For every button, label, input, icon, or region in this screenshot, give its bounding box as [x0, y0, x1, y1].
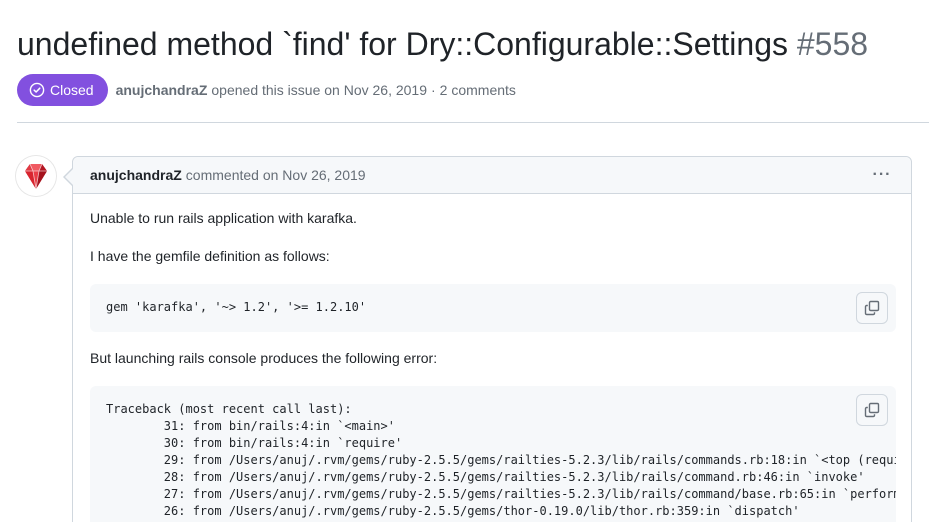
issue-page: undefined method `find' for Dry::Configu…	[0, 0, 929, 522]
avatar[interactable]	[16, 156, 56, 196]
issue-title-row: undefined method `find' for Dry::Configu…	[17, 24, 868, 64]
code-line: 30: from bin/rails:4:in `require'	[106, 436, 403, 450]
comment-count: 2 comments	[439, 82, 516, 98]
comment-pointer-fill	[65, 169, 73, 185]
copy-icon	[864, 300, 880, 316]
comment-paragraph: Unable to run rails application with kar…	[90, 210, 357, 226]
status-badge: Closed	[17, 74, 108, 106]
code-line: Traceback (most recent call last):	[106, 402, 352, 416]
code-line: 28: from /Users/anuj/.rvm/gems/ruby-2.5.…	[106, 470, 865, 484]
header-divider	[17, 122, 929, 123]
code-line: 26: from /Users/anuj/.rvm/gems/ruby-2.5.…	[106, 504, 800, 518]
issue-meta: Closed anujchandraZ opened this issue on…	[17, 74, 516, 106]
comment-paragraph: I have the gemfile definition as follows…	[90, 248, 330, 264]
issue-author-link[interactable]: anujchandraZ	[116, 82, 208, 98]
comment-paragraph: But launching rails console produces the…	[90, 350, 438, 366]
meta-separator: ·	[431, 82, 436, 98]
status-badge-label: Closed	[50, 82, 94, 98]
traceback-code-text: Traceback (most recent call last): 31: f…	[106, 401, 896, 520]
closed-check-circle-icon	[29, 82, 45, 98]
code-block-gemfile: gem 'karafka', '~> 1.2', '>= 1.2.10'	[90, 284, 896, 332]
copy-button[interactable]	[856, 394, 888, 426]
issue-title: undefined method `find' for Dry::Configu…	[17, 26, 788, 62]
copy-button[interactable]	[856, 292, 888, 324]
code-text: gem 'karafka', '~> 1.2', '>= 1.2.10'	[106, 300, 367, 314]
ruby-gem-icon	[16, 156, 56, 196]
copy-icon	[864, 402, 880, 418]
code-line: 27: from /Users/anuj/.rvm/gems/ruby-2.5.…	[106, 487, 896, 501]
code-block-traceback: Traceback (most recent call last): 31: f…	[90, 386, 896, 522]
comment-header: anujchandraZ commented on Nov 26, 2019 ·…	[73, 157, 911, 194]
code-line: 31: from bin/rails:4:in `<main>'	[106, 419, 395, 433]
code-line: 29: from /Users/anuj/.rvm/gems/ruby-2.5.…	[106, 453, 896, 467]
comment-box: anujchandraZ commented on Nov 26, 2019 ·…	[72, 156, 912, 522]
issue-opened-text: opened this issue on Nov 26, 2019	[211, 82, 427, 98]
comment-options-kebab-icon[interactable]: ···	[873, 166, 891, 184]
comment-timestamp[interactable]: commented on Nov 26, 2019	[186, 167, 366, 183]
issue-number: #558	[796, 26, 869, 62]
comment-author-link[interactable]: anujchandraZ	[90, 167, 182, 183]
